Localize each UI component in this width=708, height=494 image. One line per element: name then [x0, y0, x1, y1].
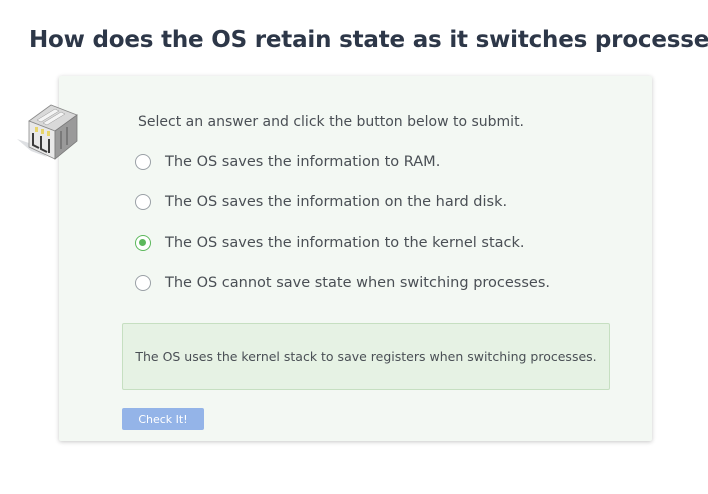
answer-option-1[interactable]: The OS saves the information to RAM.: [135, 151, 440, 173]
radio-button-selected[interactable]: [135, 235, 151, 251]
question-title: How does the OS retain state as it switc…: [29, 27, 708, 53]
processor-cube-icon: [15, 101, 83, 163]
radio-button[interactable]: [135, 275, 151, 291]
option-label: The OS saves the information to RAM.: [165, 154, 441, 170]
instructions-text: Select an answer and click the button be…: [138, 114, 525, 130]
radio-button[interactable]: [135, 194, 151, 210]
answer-option-2[interactable]: The OS saves the information on the hard…: [135, 191, 507, 213]
option-label: The OS cannot save state when switching …: [165, 275, 550, 291]
option-label: The OS saves the information to the kern…: [165, 235, 525, 251]
answer-option-4[interactable]: The OS cannot save state when switching …: [135, 272, 550, 294]
feedback-text: The OS uses the kernel stack to save reg…: [135, 349, 597, 364]
radio-button[interactable]: [135, 154, 151, 170]
option-label: The OS saves the information on the hard…: [165, 194, 508, 210]
answer-option-3[interactable]: The OS saves the information to the kern…: [135, 232, 525, 254]
check-it-button[interactable]: Check It!: [122, 408, 204, 430]
feedback-box: The OS uses the kernel stack to save reg…: [122, 323, 610, 390]
quiz-page: How does the OS retain state as it switc…: [0, 0, 708, 494]
